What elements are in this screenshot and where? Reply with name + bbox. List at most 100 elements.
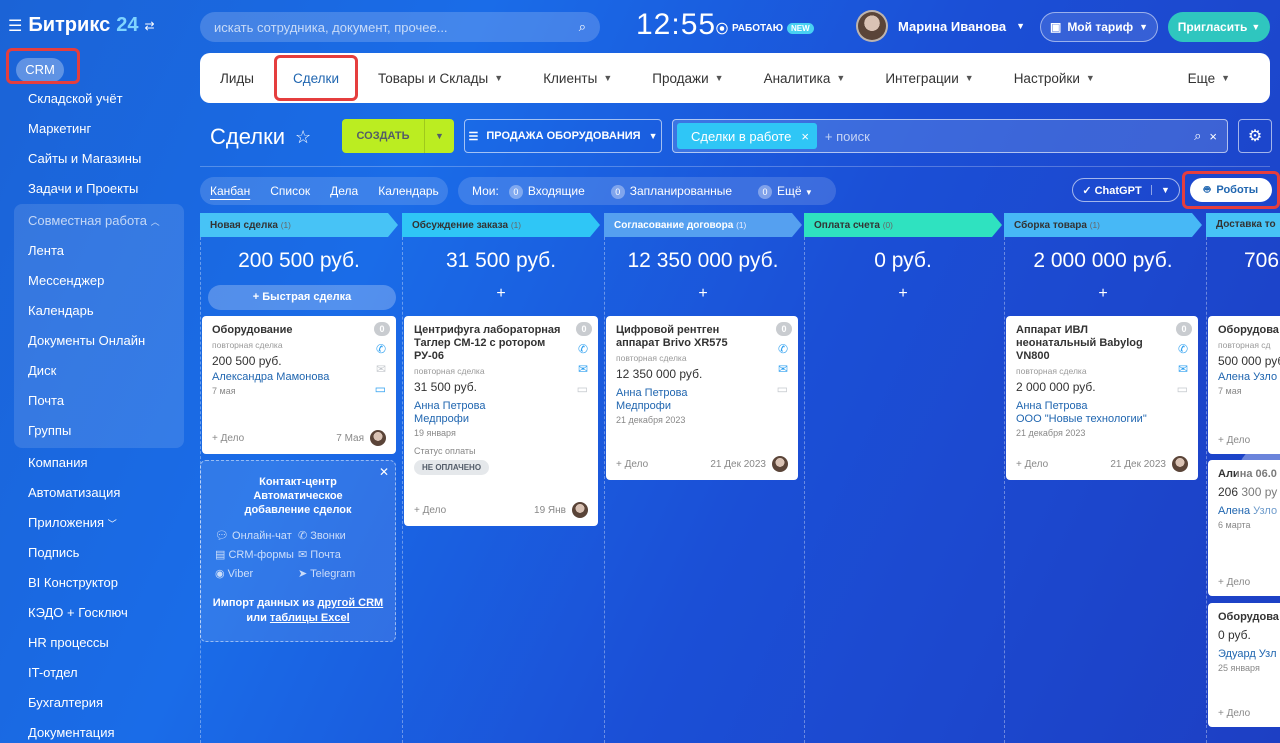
- tab-integrations[interactable]: Интеграции ▼: [865, 71, 993, 86]
- add-task-link[interactable]: + Дело: [616, 459, 648, 470]
- stage-header[interactable]: Согласование договора (1): [604, 213, 802, 237]
- avatar[interactable]: [1172, 456, 1188, 472]
- sidebar-item-bi[interactable]: BI Конструктор: [0, 568, 190, 598]
- cc-telegram[interactable]: ➤ Telegram: [298, 567, 381, 580]
- import-crm-link[interactable]: другой CRM: [317, 597, 383, 609]
- deal-card[interactable]: 0 Центрифуга лабораторная Таглер СМ-12 с…: [404, 316, 598, 526]
- deal-title[interactable]: Оборудова: [1218, 611, 1279, 624]
- settings-button[interactable]: ⚙: [1238, 119, 1272, 153]
- sidebar-item-documentation[interactable]: Документация: [0, 718, 190, 743]
- search-input[interactable]: искать сотрудника, документ, прочее... ⌕: [200, 12, 600, 42]
- add-deal-button[interactable]: +: [402, 285, 600, 303]
- star-icon[interactable]: ☆: [295, 127, 311, 148]
- tab-settings[interactable]: Настройки ▼: [994, 71, 1115, 86]
- add-task-link[interactable]: + Дело: [414, 505, 446, 516]
- phone-icon[interactable]: ✆: [1178, 342, 1188, 356]
- deal-company[interactable]: Медпрофи: [414, 413, 588, 425]
- tab-leads[interactable]: Лиды: [200, 71, 274, 86]
- deal-contact[interactable]: Анна Петрова: [1016, 400, 1188, 412]
- sidebar-item-it[interactable]: IT-отдел: [0, 658, 190, 688]
- add-task-link[interactable]: + Дело: [212, 433, 244, 444]
- quick-deal-button[interactable]: + Быстрая сделка: [208, 285, 396, 310]
- avatar[interactable]: [772, 456, 788, 472]
- deal-company[interactable]: Медпрофи: [616, 400, 788, 412]
- sidebar-item-company[interactable]: Компания: [0, 448, 190, 478]
- cc-chat[interactable]: 💬︎ Онлайн-чат: [215, 529, 298, 542]
- chat-icon[interactable]: ▭: [1177, 382, 1188, 396]
- deal-title[interactable]: Цифровой рентген аппарат Brivo XR575: [616, 324, 788, 350]
- deal-contact[interactable]: Анна Петрова: [616, 387, 788, 399]
- sidebar-item-feed[interactable]: Лента: [14, 236, 184, 266]
- deal-title[interactable]: Аппарат ИВЛ неонатальный Babylog VN800: [1016, 324, 1188, 363]
- sidebar-item-groups[interactable]: Группы: [14, 416, 184, 446]
- view-list[interactable]: Список: [260, 184, 320, 198]
- sidebar-item-sign[interactable]: Подпись: [0, 538, 190, 568]
- filter-placeholder[interactable]: + поиск: [825, 129, 1186, 144]
- cc-viber[interactable]: ◉ Viber: [215, 567, 298, 580]
- close-icon[interactable]: ×: [1209, 129, 1217, 144]
- mail-icon[interactable]: ✉: [778, 362, 788, 376]
- search-icon[interactable]: ⌕: [1194, 128, 1201, 144]
- chatgpt-button[interactable]: ✓ ChatGPT ▼: [1072, 178, 1180, 202]
- deal-company[interactable]: ООО "Новые технологии": [1016, 413, 1188, 425]
- sidebar-item-disk[interactable]: Диск: [14, 356, 184, 386]
- tab-sales[interactable]: Продажи ▼: [632, 71, 743, 86]
- add-deal-button[interactable]: +: [604, 285, 802, 303]
- stage-header[interactable]: Доставка то: [1206, 213, 1280, 237]
- deal-card[interactable]: Оборудова повторная сд 500 000 руб Алена…: [1208, 316, 1280, 454]
- tab-clients[interactable]: Клиенты ▼: [523, 71, 632, 86]
- phone-icon[interactable]: ✆: [578, 342, 588, 356]
- mail-icon[interactable]: ✉: [1178, 362, 1188, 376]
- deal-card[interactable]: 0 Аппарат ИВЛ неонатальный Babylog VN800…: [1006, 316, 1198, 480]
- add-task-link[interactable]: + Дело: [1218, 708, 1250, 719]
- deal-contact[interactable]: Александра Мамонова: [212, 371, 386, 383]
- funnel-select[interactable]: ☰ ПРОДАЖА ОБОРУДОВАНИЯ ▼: [464, 119, 662, 153]
- add-task-link[interactable]: + Дело: [1218, 577, 1250, 588]
- cc-calls[interactable]: ✆ Звонки: [298, 529, 381, 542]
- sidebar-item-mail[interactable]: Почта: [14, 386, 184, 416]
- avatar[interactable]: [572, 502, 588, 518]
- sidebar-item-hr[interactable]: HR процессы: [0, 628, 190, 658]
- deal-contact[interactable]: Анна Петрова: [414, 400, 588, 412]
- chevron-down-icon[interactable]: ▼: [1151, 185, 1179, 195]
- swap-icon[interactable]: ⇄: [144, 19, 154, 33]
- chat-icon[interactable]: ▭: [375, 382, 386, 396]
- chevron-down-icon[interactable]: ▼: [424, 119, 454, 153]
- search-icon[interactable]: ⌕: [579, 19, 586, 35]
- sidebar-group-title[interactable]: Совместная работа ︿: [14, 206, 184, 236]
- deal-title[interactable]: Оборудование: [212, 324, 386, 337]
- view-kanban[interactable]: Канбан: [200, 184, 260, 198]
- phone-icon[interactable]: ✆: [778, 342, 788, 356]
- cc-forms[interactable]: ▤ CRM-формы: [215, 548, 298, 561]
- add-deal-button[interactable]: +: [1004, 285, 1202, 303]
- deal-contact[interactable]: Эдуард Узл: [1218, 648, 1278, 660]
- deal-card[interactable]: 0 Оборудование повторная сделка 200 500 …: [202, 316, 396, 454]
- mail-icon[interactable]: ✉: [578, 362, 588, 376]
- mail-icon[interactable]: ✉: [376, 362, 386, 376]
- sidebar-item-apps[interactable]: Приложения ﹀: [0, 508, 190, 538]
- stage-header[interactable]: Новая сделка (1): [200, 213, 398, 237]
- sidebar-item-warehouse[interactable]: Складской учёт: [0, 84, 190, 114]
- view-calendar[interactable]: Календарь: [368, 184, 449, 198]
- sidebar-item-accounting[interactable]: Бухгалтерия: [0, 688, 190, 718]
- sidebar-item-docs[interactable]: Документы Онлайн: [14, 326, 184, 356]
- avatar[interactable]: [370, 430, 386, 446]
- counter-incoming[interactable]: 0 Входящие: [508, 184, 585, 199]
- tab-more[interactable]: Еще ▼: [1168, 71, 1270, 86]
- add-task-link[interactable]: + Дело: [1016, 459, 1048, 470]
- deal-card[interactable]: 0 Цифровой рентген аппарат Brivo XR575 п…: [606, 316, 798, 480]
- phone-icon[interactable]: ✆: [376, 342, 386, 356]
- tab-goods[interactable]: Товары и Склады ▼: [358, 71, 523, 86]
- sidebar-item-messenger[interactable]: Мессенджер: [14, 266, 184, 296]
- sidebar-item-sites[interactable]: Сайты и Магазины: [0, 144, 190, 174]
- chevron-down-icon[interactable]: ▼: [1016, 21, 1025, 31]
- stage-header[interactable]: Оплата счета (0): [804, 213, 1002, 237]
- deal-contact[interactable]: Алена Узло: [1218, 371, 1278, 383]
- sidebar-item-calendar[interactable]: Календарь: [14, 296, 184, 326]
- deal-card[interactable]: Оборудова 0 руб. Эдуард Узл 25 января + …: [1208, 603, 1280, 727]
- work-status[interactable]: ⦿ РАБОТАЮ NEW: [716, 20, 814, 37]
- sidebar-item-kedo[interactable]: КЭДО + Госключ: [0, 598, 190, 628]
- invite-button[interactable]: Пригласить ▼: [1168, 12, 1270, 42]
- deal-title[interactable]: Центрифуга лабораторная Таглер СМ-12 с р…: [414, 324, 588, 363]
- stage-header[interactable]: Обсуждение заказа (1): [402, 213, 600, 237]
